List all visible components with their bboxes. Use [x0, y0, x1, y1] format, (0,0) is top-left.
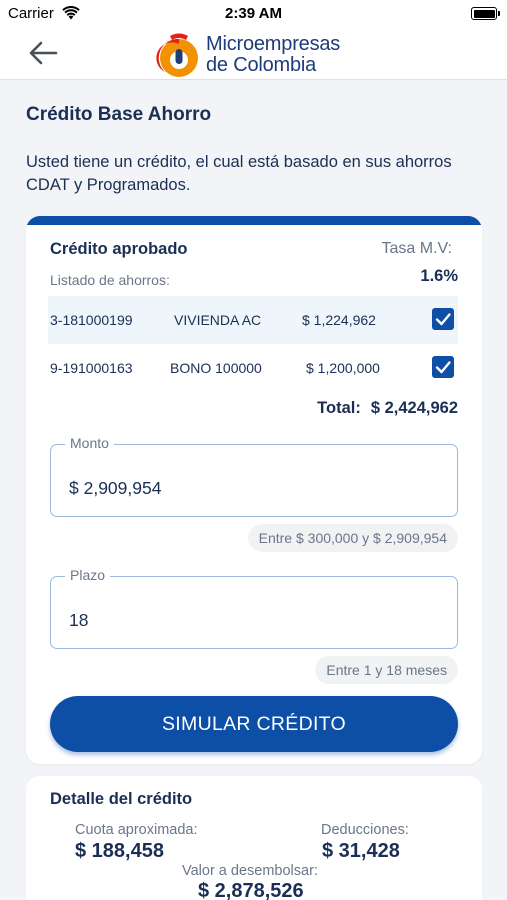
term-input[interactable]: 18 [69, 610, 429, 631]
checkbox-checked-icon[interactable] [432, 356, 454, 378]
term-field[interactable]: Plazo 18 [50, 567, 458, 649]
credit-detail-card: Detalle del crédito Cuota aproximada: $ … [26, 776, 482, 900]
term-field-label: Plazo [65, 567, 111, 583]
approved-credit-card: Crédito aprobado Tasa M.V: Listado de ah… [26, 216, 482, 764]
deductions-label: Deducciones: [321, 822, 409, 838]
disbursement-value: $ 2,878,526 [198, 880, 304, 900]
savings-row: 3-181000199 VIVIENDA AC $ 1,224,962 [48, 296, 458, 344]
total-row: Total: $ 2,424,962 [317, 399, 458, 418]
page-description: Usted tiene un crédito, el cual está bas… [26, 153, 452, 194]
savings-amount: $ 1,200,000 [306, 360, 380, 376]
simulate-credit-button[interactable]: SIMULAR CRÉDITO [50, 696, 458, 752]
amount-field-label: Monto [65, 435, 114, 451]
rate-value: 1.6% [420, 267, 458, 285]
app-header: Microempresas de Colombia [0, 28, 507, 80]
total-value: $ 2,424,962 [370, 399, 458, 417]
status-bar: Carrier 2:39 AM [0, 0, 507, 28]
installment-label: Cuota aproximada: [75, 822, 198, 838]
savings-amount: $ 1,224,962 [302, 312, 376, 328]
back-arrow-icon[interactable] [26, 38, 60, 68]
term-hint: Entre 1 y 18 meses [315, 656, 458, 684]
card-accent-bar [26, 216, 482, 225]
checkbox-checked-icon[interactable] [432, 308, 454, 330]
installment-value: $ 188,458 [75, 840, 164, 862]
savings-type: VIVIENDA AC [174, 312, 262, 328]
savings-account: 3-181000199 [50, 312, 133, 328]
savings-type: BONO 100000 [170, 360, 262, 376]
savings-list-label: Listado de ahorros: [50, 272, 170, 288]
rate-label: Tasa M.V: [381, 240, 452, 257]
page-title: Crédito Base Ahorro [26, 104, 212, 125]
savings-account: 9-191000163 [50, 360, 133, 376]
battery-icon [471, 7, 500, 20]
amount-input[interactable]: $ 2,909,954 [69, 478, 429, 499]
savings-row: 9-191000163 BONO 100000 $ 1,200,000 [48, 344, 458, 392]
card-title: Crédito aprobado [50, 240, 188, 258]
clock: 2:39 AM [225, 5, 282, 22]
amount-field[interactable]: Monto $ 2,909,954 [50, 435, 458, 517]
detail-title: Detalle del crédito [50, 790, 193, 808]
brand-logo: Microempresas de Colombia [156, 28, 356, 80]
total-label: Total: [317, 399, 361, 417]
amount-hint: Entre $ 300,000 y $ 2,909,954 [247, 524, 458, 552]
deductions-value: $ 31,428 [322, 840, 400, 862]
logo-text: Microempresas de Colombia [206, 34, 340, 76]
logo-line-1: Microempresas [206, 33, 341, 55]
disbursement-label: Valor a desembolsar: [182, 863, 318, 879]
logo-line-2: de Colombia [206, 54, 317, 76]
logo-mark-icon [156, 33, 198, 77]
